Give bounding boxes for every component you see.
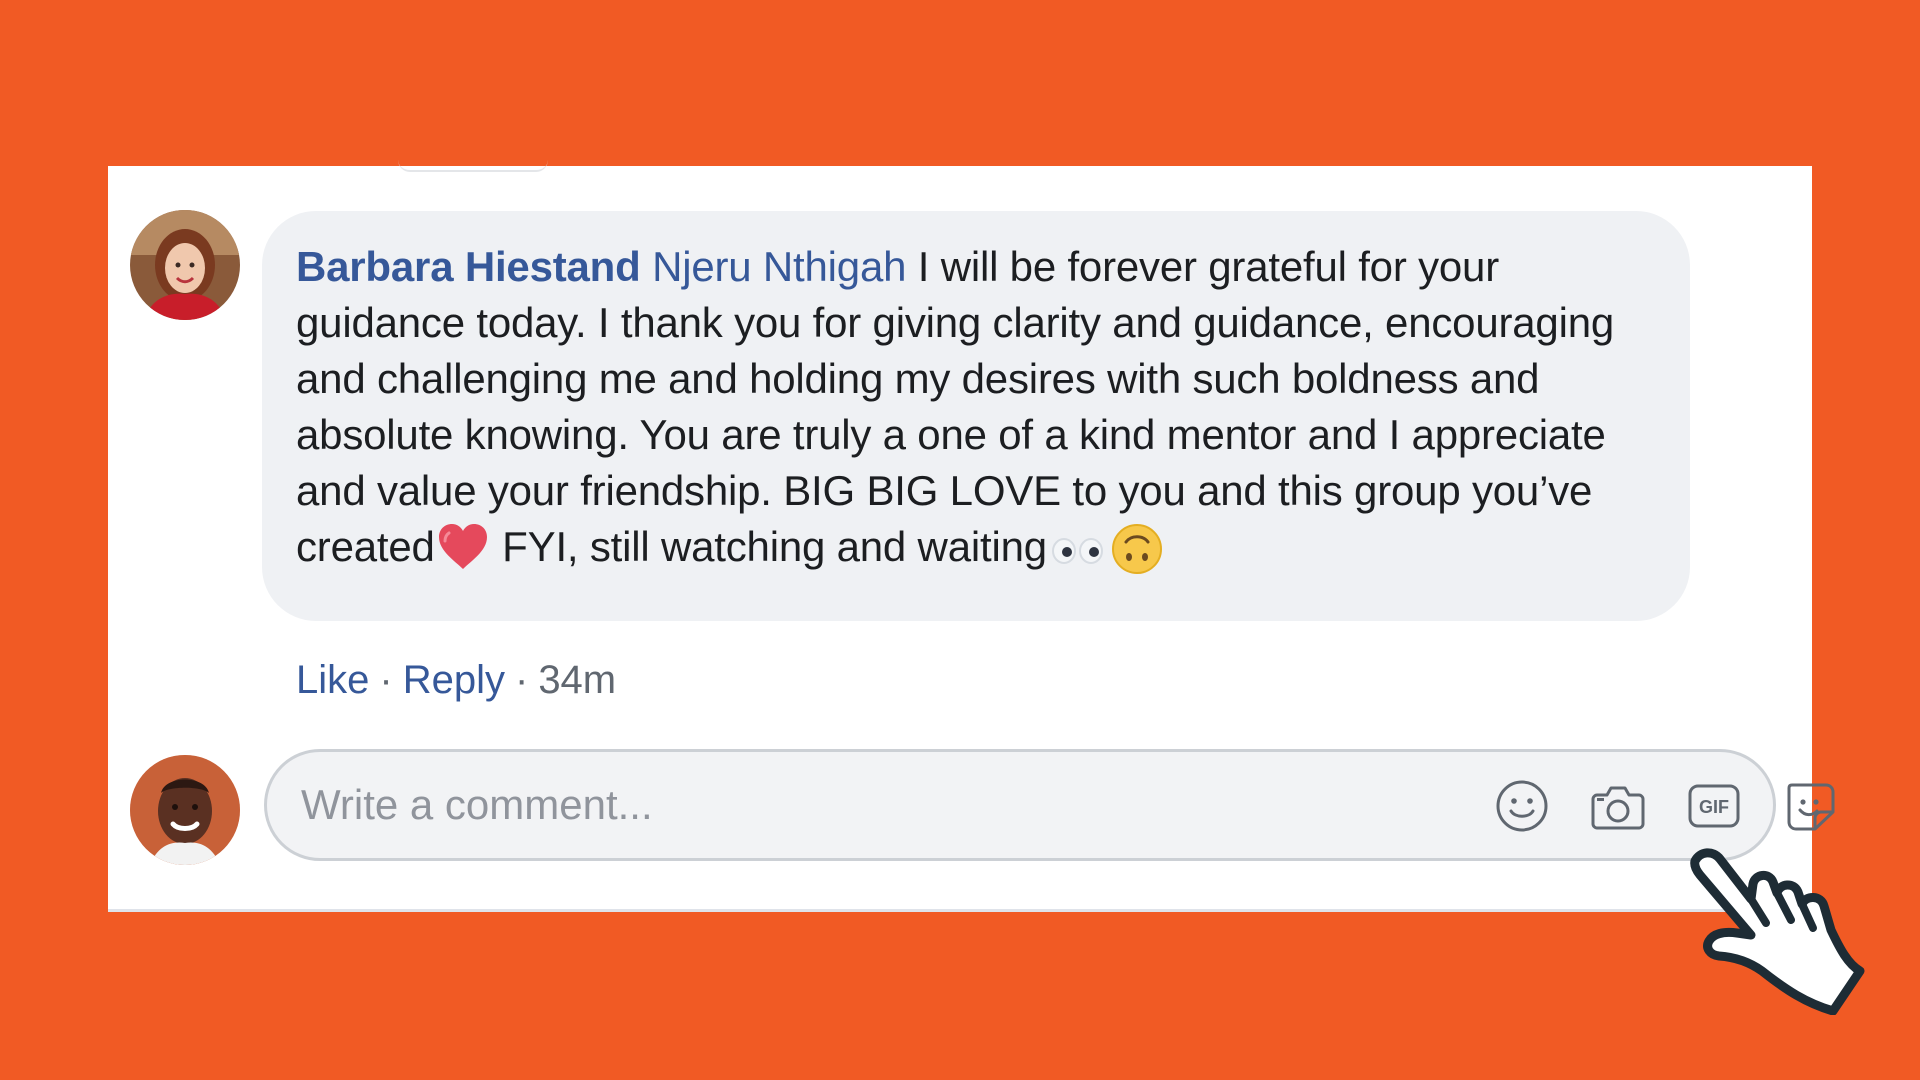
comment-timestamp[interactable]: 34m: [538, 658, 616, 702]
comment-input[interactable]: [301, 774, 1301, 836]
sticker-icon[interactable]: [1781, 777, 1839, 835]
comment-actions: Like · Reply · 34m: [296, 654, 616, 706]
camera-icon[interactable]: [1589, 777, 1647, 835]
comment-bubble: Barbara Hiestand Njeru Nthigah I will be…: [262, 211, 1690, 621]
gif-icon[interactable]: GIF: [1685, 777, 1743, 835]
previous-item-edge: [398, 160, 548, 172]
reply-link[interactable]: Reply: [403, 658, 505, 702]
comment-text-part-2: FYI, still watching and waiting: [490, 523, 1047, 570]
author-name[interactable]: Barbara Hiestand: [296, 243, 641, 290]
upside-down-face-icon: [1109, 521, 1165, 577]
separator: ·: [514, 658, 529, 702]
separator: ·: [379, 658, 393, 702]
svg-text:GIF: GIF: [1699, 797, 1729, 817]
red-heart-icon: [435, 521, 491, 573]
pointer-hand-icon: [1682, 845, 1882, 1016]
author-avatar[interactable]: [130, 210, 240, 320]
comment-composer: GIF: [264, 749, 1835, 861]
comment-text-part-1: I will be forever grateful for your guid…: [296, 243, 1615, 570]
like-link[interactable]: Like: [296, 658, 369, 702]
current-user-avatar[interactable]: [130, 755, 240, 865]
card-divider: [108, 909, 1812, 912]
eyes-icon: [1049, 527, 1107, 569]
comment-card: Barbara Hiestand Njeru Nthigah I will be…: [108, 166, 1835, 912]
emoji-icon[interactable]: [1493, 777, 1551, 835]
mentioned-user[interactable]: Njeru Nthigah: [652, 243, 906, 290]
